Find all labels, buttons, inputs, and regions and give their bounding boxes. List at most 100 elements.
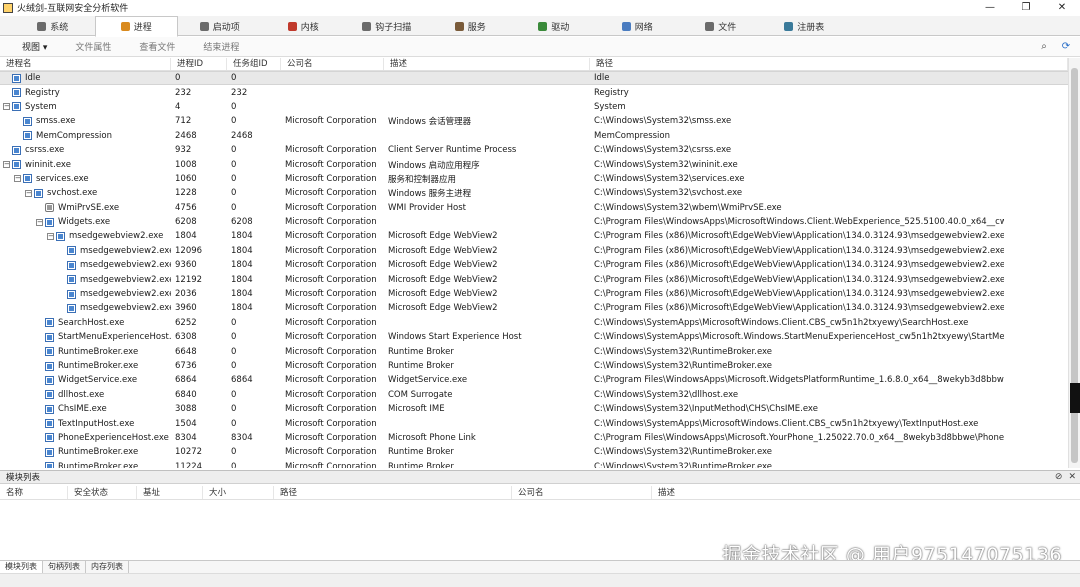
tab-kernel[interactable]: 内核: [262, 16, 346, 36]
tab-label: 服务: [467, 22, 486, 33]
main-tab-bar: 系统 进程 启动项 内核 钩子扫描 服务 驱动 网络 文件 注册表: [0, 16, 1080, 37]
process-id-cell: 3088: [175, 404, 197, 415]
end-process-button[interactable]: 结束进程: [203, 40, 239, 53]
tab-system[interactable]: 系统: [11, 16, 95, 36]
table-row[interactable]: − wininit.exe 1008 0 Microsoft Corporation Wi…: [0, 157, 1068, 171]
tab-process[interactable]: 进程: [94, 16, 178, 37]
collapse-toggle-icon[interactable]: −: [47, 232, 54, 240]
module-col-path[interactable]: 路径: [274, 486, 512, 499]
tab-label: 文件: [718, 22, 737, 33]
module-col-security[interactable]: 安全状态: [68, 486, 137, 499]
table-row[interactable]: − System 4 0 System: [0, 100, 1068, 114]
minimize-button[interactable]: —: [972, 0, 1008, 15]
tab-startup[interactable]: 启动项: [178, 16, 262, 36]
view-file-button[interactable]: 查看文件: [139, 40, 175, 53]
module-col-base[interactable]: 基址: [137, 486, 203, 499]
process-window-icon: [45, 462, 54, 468]
tab-module-list[interactable]: 模块列表: [0, 561, 43, 573]
table-row[interactable]: SearchHost.exe 6252 0 Microsoft Corporation…: [0, 316, 1068, 330]
table-row[interactable]: dllhost.exe 6840 0 Microsoft Corporation COM…: [0, 388, 1068, 402]
module-table-header: 名称 安全状态 基址 大小 路径 公司名 描述: [0, 486, 1080, 500]
process-window-icon: [67, 303, 76, 313]
process-name: dllhost.exe: [58, 389, 105, 400]
company-name-cell: Microsoft Corporation: [285, 116, 377, 127]
table-row[interactable]: smss.exe 712 0 Microsoft Corporation Windows…: [0, 114, 1068, 128]
table-row[interactable]: msedgewebview2.exe 12096 1804 Microsoft Cor…: [0, 244, 1068, 258]
close-pane-icon[interactable]: ✕: [1068, 472, 1076, 482]
module-col-size[interactable]: 大小: [203, 486, 274, 499]
table-row[interactable]: − services.exe 1060 0 Microsoft Corporation 服…: [0, 172, 1068, 186]
column-header-tgid[interactable]: 任务组ID: [227, 58, 281, 70]
table-row[interactable]: msedgewebview2.exe 3960 1804 Microsoft Corp…: [0, 301, 1068, 315]
process-name-cell: msedgewebview2.exe: [0, 275, 171, 285]
process-id-cell: 12096: [175, 245, 203, 256]
tab-label: 驱动: [551, 22, 570, 33]
table-row[interactable]: RuntimeBroker.exe 6736 0 Microsoft Corporat…: [0, 359, 1068, 373]
company-name-cell: Microsoft Corporation: [285, 188, 377, 199]
close-button[interactable]: ✕: [1044, 0, 1080, 15]
table-row[interactable]: Registry 232 232 Registry: [0, 85, 1068, 99]
module-col-desc[interactable]: 描述: [652, 486, 1080, 499]
table-row[interactable]: StartMenuExperienceHost.... 6308 0 Microsof…: [0, 330, 1068, 344]
task-group-id-cell: 1804: [231, 245, 253, 256]
column-header-path[interactable]: 路径: [590, 58, 1068, 70]
column-header-name[interactable]: 进程名: [0, 58, 171, 70]
table-row[interactable]: RuntimeBroker.exe 6648 0 Microsoft Corporat…: [0, 344, 1068, 358]
tab-driver[interactable]: 驱动: [512, 16, 596, 36]
table-row[interactable]: csrss.exe 932 0 Microsoft Corporation Client…: [0, 143, 1068, 157]
table-row[interactable]: Idle 0 0 Idle: [0, 71, 1068, 86]
process-id-cell: 9360: [175, 260, 197, 271]
tab-handle-list[interactable]: 句柄列表: [43, 561, 86, 573]
table-row[interactable]: WidgetService.exe 6864 6864 Microsoft Corpo…: [0, 373, 1068, 387]
maximize-button[interactable]: ❐: [1008, 0, 1044, 15]
description-cell: Runtime Broker: [388, 361, 454, 371]
collapse-toggle-icon[interactable]: −: [3, 103, 10, 111]
process-id-cell: 12192: [175, 274, 203, 285]
table-row[interactable]: PhoneExperienceHost.exe 8304 8304 Microsoft…: [0, 431, 1068, 445]
table-row[interactable]: MemCompression 2468 2468 MemCompression: [0, 129, 1068, 143]
table-row[interactable]: − msedgewebview2.exe 1804 1804 Microsoft Cor…: [0, 229, 1068, 243]
description-cell: Windows 会话管理器: [388, 117, 472, 128]
process-name-cell: ChsIME.exe: [0, 404, 171, 414]
file-properties-button[interactable]: 文件属性: [75, 40, 111, 53]
view-menu-button[interactable]: 视图 ▾: [22, 40, 47, 53]
refresh-icon[interactable]: ⟳: [1060, 40, 1072, 52]
binoculars-icon[interactable]: ⌕: [1038, 40, 1050, 52]
table-row[interactable]: − Widgets.exe 6208 6208 Microsoft Corporatio…: [0, 215, 1068, 229]
pin-icon[interactable]: ⊘: [1055, 472, 1063, 482]
table-row[interactable]: WmiPrvSE.exe 4756 0 Microsoft Corporation WM…: [0, 201, 1068, 215]
column-header-description[interactable]: 描述: [384, 58, 590, 70]
table-row[interactable]: msedgewebview2.exe 9360 1804 Microsoft Corp…: [0, 258, 1068, 272]
process-window-icon: [23, 174, 32, 184]
table-row[interactable]: msedgewebview2.exe 12192 1804 Microsoft Cor…: [0, 272, 1068, 286]
task-group-id-cell: 0: [231, 361, 237, 371]
tab-registry[interactable]: 注册表: [763, 16, 847, 36]
table-row[interactable]: ChsIME.exe 3088 0 Microsoft Corporation Micr…: [0, 402, 1068, 416]
tab-memory-list[interactable]: 内存列表: [86, 561, 129, 573]
process-name-cell: − wininit.exe: [0, 160, 171, 170]
table-row[interactable]: − svchost.exe 1228 0 Microsoft Corporation Wi…: [0, 186, 1068, 200]
collapse-toggle-icon[interactable]: −: [14, 175, 21, 183]
process-window-icon: [45, 332, 54, 342]
company-name-cell: Microsoft Corporation: [285, 303, 377, 314]
bottom-tab-bar: 模块列表 句柄列表 内存列表: [0, 560, 1080, 573]
table-row[interactable]: RuntimeBroker.exe 10272 0 Microsoft Corpora…: [0, 445, 1068, 459]
tab-service[interactable]: 服务: [429, 16, 513, 36]
collapse-toggle-icon[interactable]: −: [3, 161, 10, 169]
column-header-company[interactable]: 公司名: [281, 58, 384, 70]
module-col-name[interactable]: 名称: [0, 486, 68, 499]
process-id-cell: 712: [175, 116, 192, 127]
tab-file[interactable]: 文件: [679, 16, 763, 36]
table-row[interactable]: RuntimeBroker.exe 11224 0 Microsoft Corpora…: [0, 460, 1068, 468]
collapse-toggle-icon[interactable]: −: [36, 218, 43, 226]
table-row[interactable]: TextInputHost.exe 1504 0 Microsoft Corporat…: [0, 416, 1068, 430]
company-name-cell: Microsoft Corporation: [285, 173, 377, 184]
description-cell: Microsoft Phone Link: [388, 432, 476, 443]
tab-network[interactable]: 网络: [596, 16, 680, 36]
column-header-pid[interactable]: 进程ID: [171, 58, 227, 70]
collapse-toggle-icon[interactable]: −: [25, 189, 32, 197]
module-col-company[interactable]: 公司名: [512, 486, 652, 499]
process-window-icon: [45, 361, 54, 371]
tab-hook[interactable]: 钩子扫描: [345, 16, 429, 36]
table-row[interactable]: msedgewebview2.exe 2036 1804 Microsoft Corp…: [0, 287, 1068, 301]
